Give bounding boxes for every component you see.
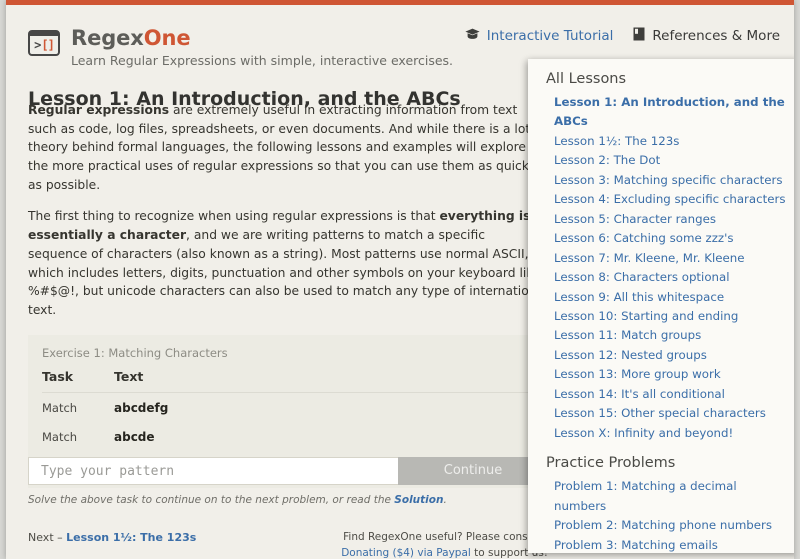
brand-name-primary: Regex — [71, 26, 144, 50]
top-navigation: Interactive Tutorial References & More — [465, 27, 780, 45]
nav-item-references-and-more[interactable]: References & More — [633, 27, 780, 45]
lesson-link[interactable]: Lesson 2: The Dot — [554, 151, 786, 170]
lesson-link[interactable]: Lesson 9: All this whitespace — [554, 288, 786, 307]
nav-item-label: Interactive Tutorial — [487, 28, 614, 44]
lesson-link[interactable]: Lesson 5: Character ranges — [554, 210, 786, 229]
lessons-list: Lesson 1: An Introduction, and the ABCsL… — [546, 93, 786, 443]
problem-link[interactable]: Problem 3: Matching emails — [554, 536, 786, 553]
lesson-link[interactable]: Lesson 15: Other special characters — [554, 404, 786, 423]
practice-problems-list: Problem 1: Matching a decimal numbersPro… — [546, 477, 786, 553]
problem-link[interactable]: Problem 1: Matching a decimal numbers — [554, 477, 786, 516]
lesson-link[interactable]: Lesson 1: An Introduction, and the ABCs — [554, 93, 786, 132]
nav-item-label: References & More — [652, 28, 780, 44]
support-line-1: Find RegexOne useful? Please consider — [343, 531, 548, 543]
brand-tagline: Learn Regular Expressions with simple, i… — [71, 53, 453, 68]
footer-next: Next – Lesson 1½: The 123s — [28, 531, 196, 544]
table-row: Matchabcde — [42, 422, 534, 451]
cell-task: Match — [42, 422, 114, 451]
page-root: Interactive Tutorial References & More >… — [6, 0, 794, 559]
emphasis-text: Regular expressions — [28, 103, 169, 117]
next-lesson-link[interactable]: Lesson 1½: The 123s — [66, 531, 196, 544]
all-lessons-panel: All Lessons Lesson 1: An Introduction, a… — [528, 59, 794, 553]
lesson-link[interactable]: Lesson 10: Starting and ending — [554, 307, 786, 326]
hint-prefix: Solve the above task to continue on to t… — [28, 494, 394, 506]
next-prefix: Next – — [28, 531, 66, 544]
brand-title[interactable]: RegexOne — [71, 27, 453, 50]
table-row: Matchabcdefg — [42, 393, 534, 423]
lesson-link[interactable]: Lesson 13: More group work — [554, 365, 786, 384]
continue-button[interactable]: Continue — [398, 457, 548, 485]
lesson-link[interactable]: Lesson 11: Match groups — [554, 326, 786, 345]
lesson-link[interactable]: Lesson 12: Nested groups — [554, 346, 786, 365]
site-header: >[] RegexOne Learn Regular Expressions w… — [28, 27, 453, 68]
lesson-link[interactable]: Lesson 8: Characters optional — [554, 268, 786, 287]
nav-item-interactive-tutorial[interactable]: Interactive Tutorial — [465, 28, 614, 45]
problem-link[interactable]: Problem 2: Matching phone numbers — [554, 516, 786, 535]
brand-name-accent: One — [144, 26, 191, 50]
table-header-row: Task Text — [42, 369, 534, 393]
cell-task: Match — [42, 393, 114, 423]
solve-hint: Solve the above task to continue on to t… — [28, 494, 548, 506]
cell-text: abcdefg — [114, 393, 534, 423]
pattern-input[interactable] — [28, 457, 398, 485]
lesson-link[interactable]: Lesson 3: Matching specific characters — [554, 171, 786, 190]
graduation-cap-icon — [465, 28, 480, 45]
cell-text: abcde — [114, 422, 534, 451]
lesson-link[interactable]: Lesson 6: Catching some zzz's — [554, 229, 786, 248]
logo-glyphs: >[] — [30, 36, 58, 54]
donate-link[interactable]: Donating ($4) via Paypal — [341, 547, 471, 559]
logo-brackets: [] — [41, 39, 53, 51]
book-icon — [633, 27, 645, 45]
lesson-link[interactable]: Lesson 4: Excluding specific characters — [554, 190, 786, 209]
column-header-text: Text — [114, 369, 534, 393]
lesson-paragraph: Regular expressions are extremely useful… — [28, 101, 548, 194]
practice-problems-heading: Practice Problems — [546, 455, 786, 471]
lesson-link[interactable]: Lesson 14: It's all conditional — [554, 385, 786, 404]
pattern-entry-row: Continue — [28, 457, 548, 485]
logo-chevron: > — [34, 39, 41, 51]
column-header-task: Task — [42, 369, 114, 393]
lesson-link[interactable]: Lesson 1½: The 123s — [554, 132, 786, 151]
lesson-link[interactable]: Lesson X: Infinity and beyond! — [554, 424, 786, 443]
hint-suffix: . — [443, 494, 446, 506]
solution-link[interactable]: Solution — [394, 494, 443, 506]
body-text: The first thing to recognize when using … — [28, 209, 439, 223]
all-lessons-heading: All Lessons — [546, 71, 786, 87]
exercise-title: Exercise 1: Matching Characters — [42, 346, 534, 360]
lesson-link[interactable]: Lesson 7: Mr. Kleene, Mr. Kleene — [554, 249, 786, 268]
brand-text: RegexOne Learn Regular Expressions with … — [71, 27, 453, 68]
regexone-logo-icon[interactable]: >[] — [28, 30, 60, 56]
lesson-paragraph: The first thing to recognize when using … — [28, 207, 548, 319]
footer-support: Find RegexOne useful? Please consider Do… — [306, 529, 548, 559]
